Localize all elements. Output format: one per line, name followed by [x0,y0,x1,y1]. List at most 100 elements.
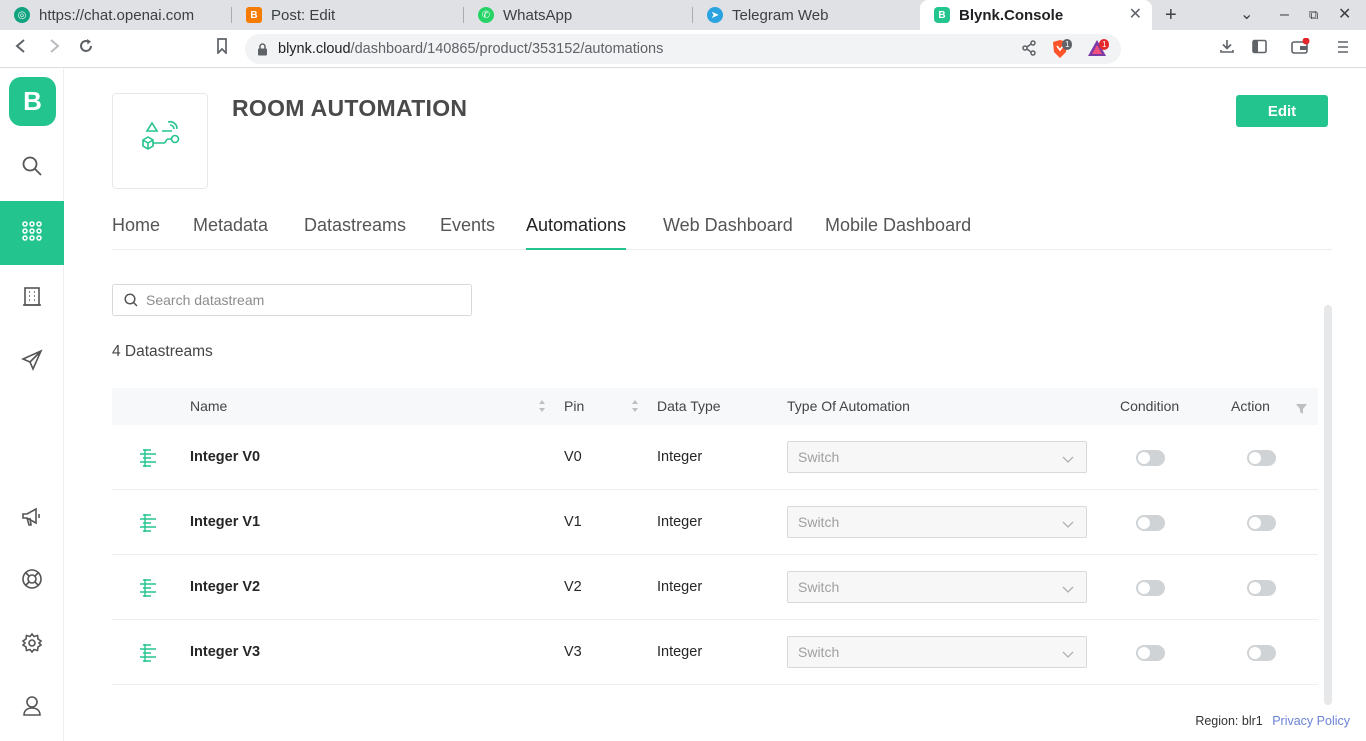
downloads-icon[interactable] [1219,38,1235,60]
lifebuoy-icon [21,568,43,595]
column-header-pin[interactable]: Pin [564,398,584,414]
search-datastream-input[interactable] [146,292,446,308]
footer: Region: blr1 Privacy Policy [1195,714,1350,728]
chevron-down-icon [1062,516,1074,532]
automation-type-value: Switch [798,449,840,465]
action-toggle[interactable] [1247,645,1276,661]
privacy-policy-link[interactable]: Privacy Policy [1272,714,1350,728]
telegram-favicon-icon: ➤ [707,7,723,23]
blogger-favicon-icon: B [246,7,262,23]
sidebar-item-settings[interactable] [0,613,64,677]
back-icon[interactable] [14,38,28,60]
sidebar-item-profile[interactable] [0,676,64,740]
datastream-pin: V3 [564,644,582,660]
tab-title: Telegram Web [732,6,829,24]
column-header-automation-type: Type Of Automation [787,398,910,414]
action-toggle[interactable] [1247,450,1276,466]
tab-datastreams[interactable]: Datastreams [304,215,406,248]
datastream-data-type: Integer [657,644,703,660]
new-tab-icon[interactable]: + [1165,4,1177,26]
gear-icon [21,632,43,659]
chevron-down-icon [1062,451,1074,467]
column-header-condition: Condition [1120,398,1180,414]
minimize-icon[interactable]: – [1280,4,1289,26]
tab-list-chevron-icon[interactable]: ⌄ [1240,4,1253,26]
megaphone-icon [21,507,43,532]
edit-product-button[interactable]: Edit [1236,95,1328,127]
whatsapp-favicon-icon: ✆ [478,7,494,23]
tab-events[interactable]: Events [440,215,495,248]
sidebar-toggle-icon[interactable] [1252,38,1267,60]
filter-icon[interactable] [1296,401,1308,415]
tab-mobile-dashboard[interactable]: Mobile Dashboard [825,215,971,248]
automation-type-select[interactable]: Switch [787,571,1087,603]
sidebar-item-search[interactable] [0,136,64,200]
table-header: Name Pin Data Type Type Of Automation Co… [112,388,1318,425]
table-row[interactable]: Integer V1 V1 Integer Switch [112,490,1318,555]
condition-toggle[interactable] [1136,580,1165,596]
datastream-icon [139,448,157,472]
column-header-action: Action [1231,398,1270,414]
datastream-icon [139,513,157,537]
blynk-logo[interactable]: B [9,77,56,126]
table-row[interactable]: Integer V0 V0 Integer Switch [112,425,1318,490]
sort-name-icon[interactable] [538,399,546,413]
condition-toggle[interactable] [1136,450,1165,466]
sidebar-item-organizations[interactable] [0,266,64,330]
forward-icon[interactable] [47,38,61,60]
brave-shields-icon[interactable]: 1 [1051,39,1077,59]
sidebar-item-products[interactable] [0,201,64,265]
sort-pin-icon[interactable] [631,399,639,413]
tab-automations[interactable]: Automations [526,215,627,250]
datastream-name: Integer V1 [190,514,261,530]
search-icon [124,293,138,307]
browser-tab-bar: ◎ https://chat.openai.com B Post: Edit ✆… [0,0,1366,30]
chevron-down-icon [1062,581,1074,597]
tab-title: WhatsApp [503,6,573,24]
column-header-name[interactable]: Name [190,398,227,414]
action-toggle[interactable] [1247,515,1276,531]
browser-tab-chatgpt[interactable]: ◎ https://chat.openai.com [0,0,232,30]
close-window-icon[interactable]: ✕ [1338,4,1351,26]
condition-toggle[interactable] [1136,515,1165,531]
wallet-icon[interactable] [1291,37,1311,62]
address-bar[interactable]: blynk.cloud/dashboard/140865/product/353… [245,34,1121,64]
browser-tab-blynk-console[interactable]: B Blynk.Console ✕ [920,0,1152,30]
table-row[interactable]: Integer V2 V2 Integer Switch [112,555,1318,620]
product-image[interactable] [112,93,208,189]
sidebar-item-announcements[interactable] [0,487,64,551]
bookmark-icon[interactable] [216,38,228,60]
tab-title: https://chat.openai.com [39,6,195,24]
close-tab-icon[interactable]: ✕ [1129,6,1142,24]
tab-home[interactable]: Home [112,215,160,248]
condition-toggle[interactable] [1136,645,1165,661]
product-template-icon [138,119,182,164]
user-icon [22,695,42,722]
menu-icon[interactable] [1337,38,1349,60]
tab-web-dashboard[interactable]: Web Dashboard [663,215,793,248]
browser-tab-whatsapp[interactable]: ✆ WhatsApp [464,0,693,30]
chevron-down-icon [1062,646,1074,662]
sidebar-item-send[interactable] [0,330,64,394]
content-scrollbar[interactable] [1324,305,1332,705]
automation-type-select[interactable]: Switch [787,506,1087,538]
datastream-pin: V2 [564,579,582,595]
reload-icon[interactable] [78,38,94,60]
search-datastream-box[interactable] [112,284,472,316]
tab-metadata[interactable]: Metadata [193,215,268,248]
sidebar-item-help[interactable] [0,549,64,613]
table-row[interactable]: Integer V3 V3 Integer Switch [112,620,1318,685]
lock-icon [257,42,268,56]
browser-tab-telegram[interactable]: ➤ Telegram Web [693,0,920,30]
automation-type-select[interactable]: Switch [787,636,1087,668]
browser-tab-post-edit[interactable]: B Post: Edit [232,0,464,30]
grid-icon [22,220,42,246]
brave-rewards-icon[interactable]: 1 [1087,39,1113,59]
datastream-pin: V0 [564,449,582,465]
action-toggle[interactable] [1247,580,1276,596]
maximize-icon[interactable]: ⧉ [1309,4,1318,26]
datastream-icon [139,578,157,602]
automation-type-select[interactable]: Switch [787,441,1087,473]
datastream-icon [139,643,157,667]
share-icon[interactable] [1021,40,1037,60]
